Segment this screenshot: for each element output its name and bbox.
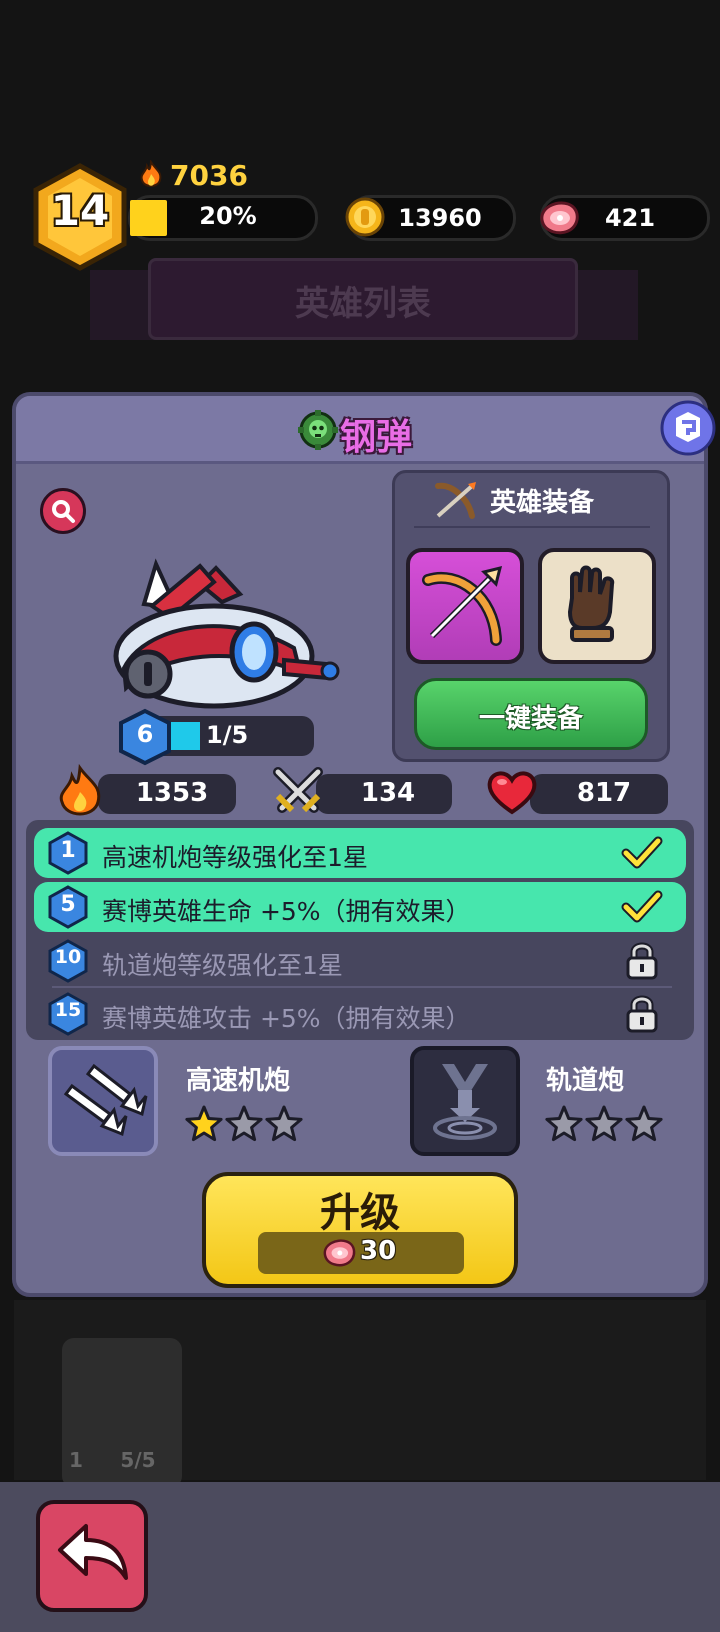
search-icon (52, 500, 75, 523)
shard-count: 1/5 (206, 721, 249, 749)
bow-icon (422, 565, 503, 646)
skill-star-rating (184, 1104, 304, 1144)
skill-name: 轨道炮 (546, 1066, 625, 1096)
hero-list-title: 英雄列表 (295, 284, 431, 324)
rapid-fire-icon (63, 1063, 148, 1137)
title-ribbon-right (568, 270, 638, 340)
hero-star-level: 6 (136, 720, 154, 748)
lock-icon (626, 942, 658, 980)
player-level: 14 (50, 186, 110, 235)
skill-star-rating (544, 1104, 664, 1144)
skill-orbital-cannon[interactable] (410, 1046, 520, 1156)
skill-rapid-cannon[interactable] (48, 1046, 158, 1156)
skill-name: 高速机炮 (186, 1066, 291, 1096)
perk-level: 10 (54, 946, 82, 968)
equipment-divider (414, 526, 650, 528)
crossbow-icon (435, 482, 476, 519)
coin-value: 13960 (398, 204, 482, 232)
hero-name: 钢弹 (340, 417, 413, 458)
equipment-slot-gloves[interactable] (538, 548, 656, 664)
perk-text: 赛博英雄攻击 +5%（拥有效果） (102, 1004, 471, 1033)
perk-level: 1 (60, 838, 76, 863)
perk-text: 高速机炮等级强化至1星 (102, 843, 368, 872)
perk-text: 轨道炮等级强化至1星 (102, 951, 343, 980)
attack-stat-value: 134 (360, 778, 416, 808)
equip-all-label: 一键装备 (478, 704, 583, 734)
flame-icon (140, 160, 162, 187)
flame-icon (59, 764, 101, 816)
glove-icon (567, 565, 615, 642)
upgrade-cost: 30 (360, 1236, 397, 1266)
inspect-button[interactable] (40, 488, 86, 534)
star-filled-icon (185, 1105, 223, 1142)
check-icon (621, 836, 663, 869)
perk-text: 赛博英雄生命 +5%（拥有效果） (102, 897, 471, 926)
star-empty-icon (265, 1105, 303, 1142)
xp-percent: 20% (199, 202, 257, 230)
health-stat-value: 817 (576, 778, 632, 808)
power-value: 7036 (170, 158, 248, 192)
hero-card-shards: 5/5 (120, 1448, 156, 1472)
power-stat-value: 1353 (135, 778, 209, 808)
check-icon (621, 890, 663, 923)
crossed-swords-icon (273, 767, 323, 813)
xp-bar-fill (130, 200, 167, 236)
perk-level: 5 (60, 892, 76, 917)
meat-icon (540, 201, 579, 235)
meat-value: 421 (604, 204, 656, 232)
star-empty-icon (625, 1105, 663, 1142)
perk-divider (52, 986, 672, 988)
orbital-strike-icon (433, 1064, 497, 1140)
perk-level: 15 (54, 999, 82, 1021)
heart-icon (487, 771, 537, 815)
meat-icon (323, 1239, 356, 1267)
hero-portrait (113, 558, 340, 709)
back-button[interactable] (36, 1500, 148, 1612)
back-arrow-icon (58, 1524, 128, 1580)
hero-card-level: 1 (69, 1448, 83, 1472)
equipment-slot-weapon[interactable] (406, 548, 524, 664)
shard-progress-fill (170, 722, 200, 750)
equipment-title: 英雄装备 (490, 488, 595, 518)
upgrade-label: 升级 (320, 1190, 400, 1236)
star-empty-icon (225, 1105, 263, 1142)
star-empty-icon (545, 1105, 583, 1142)
player-power: 7036 (138, 158, 248, 192)
help-cube-icon[interactable] (660, 400, 716, 456)
star-empty-icon (585, 1105, 623, 1142)
skull-gear-icon (298, 410, 338, 450)
lock-icon (626, 995, 658, 1033)
